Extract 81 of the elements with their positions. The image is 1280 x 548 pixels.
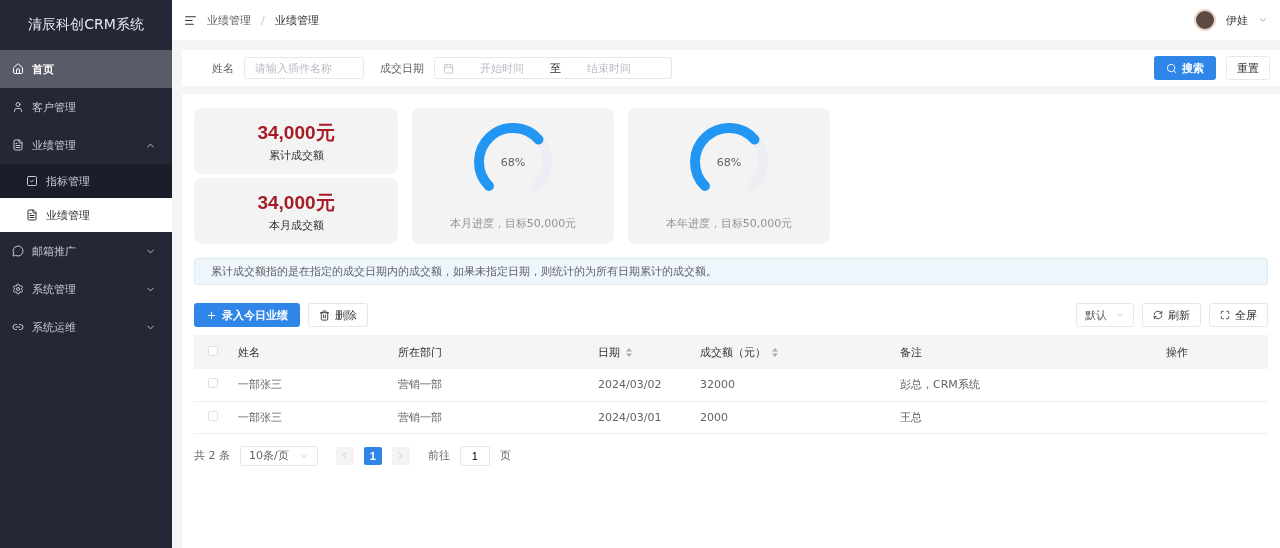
submenu-item[interactable]: 指标管理 — [0, 164, 172, 198]
field-label: 姓名 — [212, 60, 234, 76]
name-input[interactable]: 请输入插件名称 — [244, 57, 364, 79]
size-select[interactable]: 默认 — [1076, 303, 1134, 327]
refresh-icon — [1153, 310, 1163, 320]
chevron-down-icon — [1115, 310, 1125, 320]
next-page-button[interactable] — [391, 446, 410, 465]
user-name[interactable]: 伊娃 — [1226, 12, 1248, 28]
table-cell: 营销一部 — [398, 378, 442, 392]
menu-item[interactable]: 邮箱推广 — [0, 232, 172, 270]
stat-label: 累计成交额 — [268, 147, 324, 163]
home-icon — [12, 63, 24, 75]
gauge-reading: 68% — [499, 156, 527, 169]
breadcrumb-separator: / — [261, 13, 265, 27]
stat-value: 34,000元 — [257, 120, 335, 145]
table-cell: 一部张三 — [238, 410, 282, 424]
fullscreen-icon — [1220, 310, 1230, 320]
date-range-field[interactable]: 开始时间 至 结束时间 — [434, 57, 672, 79]
stat-value: 34,000元 — [257, 190, 335, 215]
menu-icon[interactable] — [184, 13, 197, 27]
checkbox[interactable] — [208, 345, 218, 356]
breadcrumb-item[interactable]: 业绩管理 — [207, 12, 251, 28]
checkbox-icon — [26, 175, 38, 187]
gauge-caption: 本月进度，目标50,000元 — [449, 216, 577, 231]
app-title: 清辰科创CRM系统 — [27, 15, 145, 34]
gauge-reading: 68% — [715, 156, 743, 169]
search-icon — [1166, 62, 1177, 74]
trash-icon — [319, 309, 330, 321]
menu-item[interactable]: 系统运维 — [0, 308, 172, 346]
column-header: 备注 — [900, 344, 922, 360]
add-button[interactable]: 录入今日业绩 — [194, 303, 300, 327]
previous-page-button[interactable] — [335, 446, 354, 465]
sort-icon[interactable] — [772, 347, 778, 357]
field-label: 成交日期 — [380, 60, 424, 76]
document-icon — [12, 139, 24, 151]
total-count: 共 2 条 — [194, 448, 230, 463]
avatar[interactable] — [1194, 9, 1216, 31]
plus-icon — [206, 309, 217, 321]
info-notice: 累计成交额指的是在指定的成交日期内的成交额，如果未指定日期，则统计的为所有日期累计的成交额。 — [194, 258, 1268, 285]
table-cell: 一部张三 — [238, 378, 282, 392]
goto-label: 前往 — [427, 448, 450, 463]
column-header: 日期 — [598, 344, 620, 360]
column-header: 操作 — [1166, 344, 1188, 360]
sort-icon[interactable] — [626, 347, 632, 357]
delete-button[interactable]: 删除 — [308, 303, 368, 327]
menu-item[interactable]: 系统管理 — [0, 270, 172, 308]
range-separator: 至 — [550, 60, 561, 76]
checkbox[interactable] — [208, 378, 218, 389]
table-cell: 彭总，CRM系统 — [900, 378, 980, 392]
reset-button[interactable]: 重置 — [1226, 56, 1270, 80]
refresh-button[interactable]: 刷新 — [1142, 303, 1201, 327]
settings-icon — [12, 283, 24, 295]
checkbox[interactable] — [208, 410, 218, 421]
table-cell: 王总 — [900, 410, 922, 424]
table-cell: 2024/03/02 — [598, 378, 662, 392]
column-header: 成交额（元） — [700, 344, 766, 360]
page-suffix: 页 — [499, 448, 511, 463]
column-header: 所在部门 — [398, 344, 442, 360]
chevron-down-icon[interactable] — [1258, 15, 1268, 25]
link-icon — [12, 321, 24, 333]
breadcrumb-item[interactable]: 业绩管理 — [274, 12, 319, 28]
table-cell: 32000 — [700, 378, 735, 392]
page-input[interactable]: 1 — [459, 445, 490, 466]
table-cell: 2024/03/01 — [598, 410, 662, 424]
table-cell: 2000 — [700, 410, 728, 424]
fullscreen-button[interactable]: 全屏 — [1209, 303, 1268, 327]
menu-item[interactable]: 业绩管理 — [0, 126, 172, 164]
search-button[interactable]: 搜索 — [1154, 56, 1216, 80]
document-icon — [26, 209, 38, 221]
column-header: 姓名 — [238, 344, 260, 360]
table-cell: 营销一部 — [398, 410, 442, 424]
menu-item[interactable]: 首页 — [0, 50, 172, 88]
page-size-select[interactable]: 10条/页 — [240, 445, 318, 466]
user-icon — [12, 101, 24, 113]
gauge-caption: 本年进度，目标50,000元 — [665, 216, 793, 231]
menu-item[interactable]: 客户管理 — [0, 88, 172, 126]
submenu-item[interactable]: 业绩管理 — [0, 198, 172, 232]
calendar-icon — [443, 62, 454, 74]
chat-bubble-icon — [12, 245, 24, 257]
page-button[interactable]: 1 — [363, 446, 382, 465]
stat-label: 本月成交额 — [268, 217, 324, 233]
